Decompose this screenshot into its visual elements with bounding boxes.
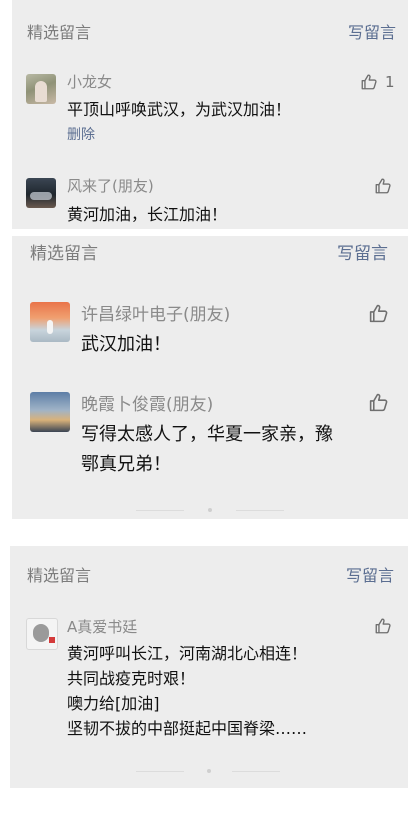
- commenter-name[interactable]: 许昌绿叶电子(朋友): [81, 300, 230, 325]
- comments-panel-3: 精选留言 写留言 A真爱书廷 黄河呼叫长江，河南湖北心相连！ 共同战疫克时艰！ …: [10, 546, 408, 788]
- thumbs-up-icon[interactable]: [374, 617, 392, 635]
- avatar[interactable]: [26, 618, 58, 650]
- avatar[interactable]: [30, 392, 70, 432]
- comment-text-line-1: 黄河呼叫长江，河南湖北心相连！: [67, 644, 308, 663]
- comment-text-line-4: 坚韧不拔的中部挺起中国脊梁……: [67, 719, 308, 738]
- avatar[interactable]: [26, 74, 56, 104]
- featured-comments-title: 精选留言: [27, 23, 92, 42]
- panel-header: 精选留言 写留言: [12, 244, 408, 264]
- page-indicator: [10, 768, 408, 774]
- comment-text: 平顶山呼唤武汉，为武汉加油！: [67, 100, 292, 119]
- comment-text: 黄河加油，长江加油！: [67, 205, 228, 224]
- comment-text: 武汉加油！: [81, 334, 171, 355]
- comment-text-line-3: 噢力给[加油]: [67, 694, 160, 713]
- thumbs-up-icon[interactable]: [368, 392, 389, 413]
- commenter-name[interactable]: 风来了(朋友): [67, 175, 154, 196]
- comments-panel-2: 精选留言 写留言 许昌绿叶电子(朋友) 武汉加油！ 晚霞卜俊霞(朋友) 写得太感…: [12, 236, 408, 519]
- write-comment-button[interactable]: 写留言: [348, 23, 396, 43]
- indicator-line: [236, 510, 284, 511]
- indicator-line: [232, 771, 280, 772]
- indicator-line: [136, 510, 184, 511]
- featured-comments-title: 精选留言: [30, 244, 98, 264]
- comment-text-line-2: 鄂真兄弟！: [81, 454, 171, 475]
- write-comment-button[interactable]: 写留言: [346, 566, 394, 586]
- commenter-name[interactable]: 晚霞卜俊霞(朋友): [81, 390, 213, 415]
- avatar[interactable]: [30, 302, 70, 342]
- indicator-dot: [208, 508, 212, 512]
- commenter-name[interactable]: 小龙女: [67, 71, 112, 92]
- commenter-name[interactable]: A真爱书廷: [67, 616, 137, 637]
- page-indicator: [12, 507, 408, 513]
- panel-header: 精选留言 写留言: [10, 566, 408, 586]
- thumbs-up-icon[interactable]: [360, 73, 378, 91]
- thumbs-up-icon[interactable]: [368, 303, 389, 324]
- comment-text-line-2: 共同战疫克时艰！: [67, 669, 196, 688]
- panel-header: 精选留言 写留言: [12, 23, 408, 43]
- like-count: 1: [385, 73, 395, 91]
- write-comment-button[interactable]: 写留言: [337, 244, 388, 264]
- indicator-line: [136, 771, 184, 772]
- avatar[interactable]: [26, 178, 56, 208]
- featured-comments-title: 精选留言: [27, 566, 92, 585]
- indicator-dot: [207, 769, 211, 773]
- delete-button[interactable]: 删除: [67, 124, 95, 144]
- thumbs-up-icon[interactable]: [374, 177, 392, 195]
- comments-panel-1: 精选留言 写留言 小龙女 平顶山呼唤武汉，为武汉加油！ 删除 1 风来了(朋友)…: [12, 0, 408, 229]
- comment-text-line-1: 写得太感人了，华夏一家亲，豫: [81, 424, 333, 445]
